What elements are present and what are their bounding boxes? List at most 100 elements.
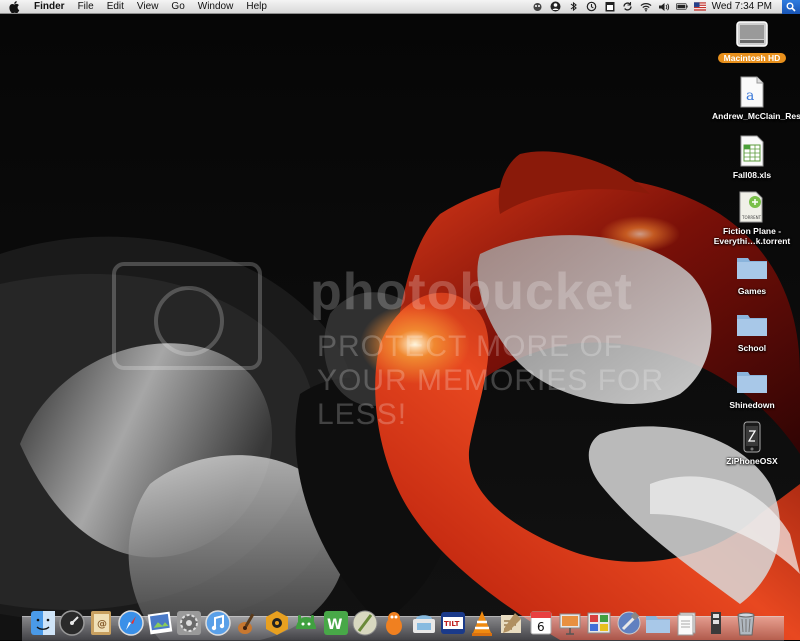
dock-reason[interactable] — [262, 607, 291, 639]
dock-xcode[interactable] — [614, 607, 643, 639]
sync-icon[interactable] — [622, 1, 634, 12]
dock-finder[interactable] — [28, 607, 57, 639]
dock-applications-folder[interactable] — [643, 607, 672, 639]
menu-go[interactable]: Go — [171, 0, 184, 14]
dock-script-editor[interactable] — [497, 607, 526, 639]
svg-text:TORRENT: TORRENT — [741, 215, 762, 220]
dock-textwrangler[interactable] — [350, 607, 379, 639]
keynote-icon — [559, 613, 581, 635]
dock-stack[interactable] — [702, 607, 731, 639]
desktop-icon-fall08-xls[interactable]: Fall08.xls — [707, 134, 797, 180]
folder-icon — [735, 307, 769, 341]
menu-clock[interactable]: Wed 7:34 PM — [712, 1, 772, 12]
desktop-icon-label: Fall08.xls — [732, 170, 772, 180]
dock-keynote[interactable] — [555, 607, 584, 639]
dock-garageband[interactable] — [233, 607, 262, 639]
adium-status-icon[interactable] — [532, 1, 544, 12]
apple-icon[interactable] — [9, 0, 25, 13]
desktop-icon-label: School — [737, 343, 767, 353]
folder-icon — [645, 616, 670, 633]
desktop-wallpaper — [0, 14, 800, 640]
desktop-icon-macintosh-hd[interactable]: Macintosh HD — [707, 17, 797, 63]
garageband-icon — [237, 613, 254, 634]
itunes-icon — [205, 610, 232, 636]
iphoto-icon — [147, 611, 173, 635]
desktop-icon-resume[interactable]: a Andrew_McClain_Resume — [707, 75, 800, 121]
desktop-icon-label: Andrew_McClain_Resume — [712, 111, 800, 121]
dock-ical[interactable]: 6 — [526, 607, 555, 639]
dock-mascot-app[interactable] — [380, 607, 409, 639]
menu-finder[interactable]: Finder — [34, 0, 65, 14]
folder-icon — [735, 364, 769, 398]
reason-icon — [266, 611, 289, 635]
dock-safari[interactable] — [116, 607, 145, 639]
dock-system-preferences[interactable] — [174, 607, 203, 639]
xcode-icon — [617, 611, 641, 635]
desktop-icon-label: ZiPhoneOSX — [726, 456, 778, 466]
mascot-icon — [386, 612, 403, 635]
vlc-icon — [472, 611, 493, 636]
time-machine-icon[interactable] — [586, 1, 598, 12]
iphone-app-icon — [735, 420, 769, 454]
dock-itunes[interactable] — [204, 607, 233, 639]
dreamweaver-icon: W — [323, 611, 348, 635]
dock-address-book[interactable]: @ — [87, 607, 116, 639]
wifi-icon[interactable] — [640, 1, 652, 12]
script-editor-icon — [501, 613, 522, 633]
menu-bar: Finder File Edit View Go Window Help Wed… — [0, 0, 800, 14]
safari-icon — [117, 610, 144, 636]
address-book-icon: @ — [91, 611, 112, 635]
desktop-icon-shinedown[interactable]: Shinedown — [707, 364, 797, 410]
dock-documents-stack[interactable] — [673, 607, 702, 639]
desktop-icon-school[interactable]: School — [707, 307, 797, 353]
desktop-icon-label: Macintosh HD — [717, 53, 787, 63]
bluetooth-icon[interactable] — [568, 1, 580, 12]
menu-help[interactable]: Help — [246, 0, 267, 14]
hard-drive-icon — [735, 17, 769, 51]
menu-file[interactable]: File — [78, 0, 94, 14]
preview-icon — [412, 615, 435, 633]
volume-icon[interactable] — [658, 1, 670, 12]
desktop-icon-torrent[interactable]: TORRENT Fiction Plane - Everythi…k.torre… — [707, 190, 797, 246]
full-tilt-poker-icon: TILT — [440, 612, 465, 634]
svg-text:TILT: TILT — [444, 620, 460, 628]
ical-day: 6 — [537, 620, 545, 634]
svg-text:a: a — [746, 88, 754, 104]
dock: @ W TILT 6 — [28, 603, 760, 639]
text-document-icon: a — [735, 75, 769, 109]
textwrangler-icon — [352, 610, 378, 636]
torrent-file-icon: TORRENT — [735, 190, 769, 224]
battery-icon[interactable] — [675, 1, 688, 12]
photo-booth-icon — [587, 612, 611, 634]
spreadsheet-icon — [735, 134, 769, 168]
dock-preview[interactable] — [409, 607, 438, 639]
desktop-icon-label: Shinedown — [729, 400, 775, 410]
dock-trash[interactable] — [731, 607, 760, 639]
menu-window[interactable]: Window — [198, 0, 234, 14]
desktop-icon-games[interactable]: Games — [707, 250, 797, 296]
menu-view[interactable]: View — [137, 0, 159, 14]
dock-vlc[interactable] — [467, 607, 496, 639]
desktop-icon-ziphoneosx[interactable]: ZiPhoneOSX — [707, 420, 797, 466]
svg-text:@: @ — [97, 619, 107, 630]
dock-adium[interactable] — [292, 607, 321, 639]
adium-icon — [296, 615, 317, 629]
document-stack-icon — [677, 612, 696, 636]
desktop-icon-label: Fiction Plane - Everythi…k.torrent — [713, 226, 791, 246]
ical-menu-icon[interactable] — [604, 1, 616, 12]
dock-photo-booth[interactable] — [585, 607, 614, 639]
menu-edit[interactable]: Edit — [107, 0, 124, 14]
folder-icon — [735, 250, 769, 284]
account-status-icon[interactable] — [550, 1, 562, 12]
system-preferences-icon — [177, 611, 202, 635]
us-flag-icon[interactable] — [693, 1, 706, 12]
dock-dreamweaver[interactable]: W — [321, 607, 350, 639]
dock-dashboard[interactable] — [57, 607, 86, 639]
spotlight-icon[interactable] — [782, 0, 800, 14]
desktop-icon-label: Games — [737, 286, 767, 296]
dock-iphoto[interactable] — [145, 607, 174, 639]
ical-icon: 6 — [530, 611, 552, 635]
dock-full-tilt-poker[interactable]: TILT — [438, 607, 467, 639]
trash-icon — [737, 612, 755, 636]
svg-text:W: W — [327, 617, 342, 633]
